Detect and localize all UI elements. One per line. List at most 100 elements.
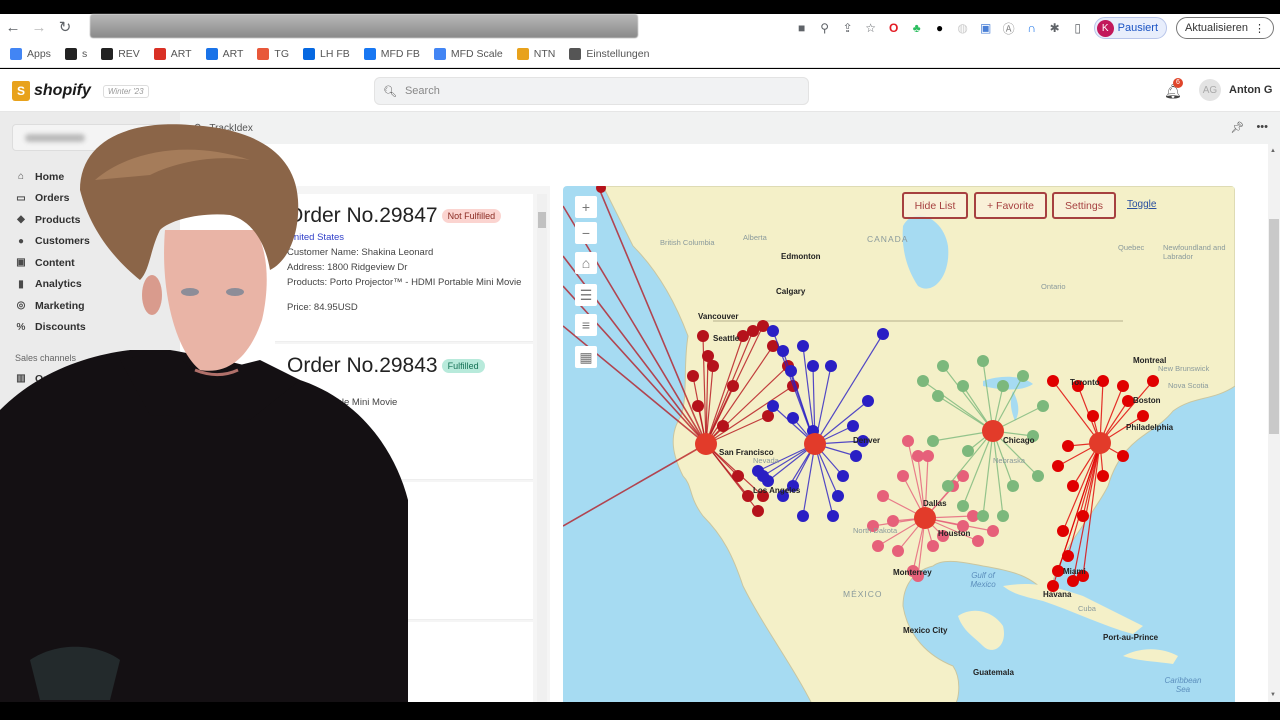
bookmark-2[interactable]: REV [101, 47, 140, 60]
legend-list-icon[interactable]: ☰ [575, 284, 597, 306]
search-icon: 🔍︎ [383, 85, 397, 98]
toggle-link[interactable]: Toggle [1127, 199, 1156, 210]
zoom-out-icon[interactable]: − [575, 222, 597, 244]
country-label: MÉXICO [843, 589, 883, 599]
bookmark-4[interactable]: ART [205, 47, 244, 60]
gray-extension-icon[interactable]: ◍ [956, 21, 970, 35]
back-icon[interactable]: ← [0, 19, 26, 36]
opera-extension-icon[interactable]: O [887, 21, 901, 35]
bookmark-9[interactable]: NTN [516, 47, 555, 60]
layers-list-icon[interactable]: ≡ [575, 314, 597, 336]
order-point [1097, 470, 1109, 482]
city-label: Philadelphia [1126, 423, 1174, 432]
order-point [877, 490, 889, 502]
order-point [596, 186, 606, 193]
flow-line [563, 325, 707, 445]
order-point [892, 545, 904, 557]
order-point [777, 345, 789, 357]
evernote-extension-icon[interactable]: ♣ [910, 21, 924, 35]
status-badge: Not Fulfilled [441, 209, 502, 223]
order-point [1007, 480, 1019, 492]
camera-icon[interactable]: ■ [795, 21, 809, 35]
page-scrollbar[interactable]: ▲ ▼ [1268, 144, 1280, 702]
order-point [702, 350, 714, 362]
order-point [997, 380, 1009, 392]
basemap-gallery-icon[interactable]: ▦ [575, 346, 597, 368]
user-name: Anton G [1229, 84, 1273, 96]
city-label: Port-au-Prince [1103, 633, 1159, 642]
bookmark-label: TG [274, 47, 289, 60]
bookmark-label: Einstellungen [586, 47, 650, 60]
bookmark-7[interactable]: MFD FB [363, 47, 420, 60]
bookmark-label: s [81, 47, 88, 60]
order-point [797, 340, 809, 352]
zoom-in-icon[interactable]: + [575, 196, 597, 218]
bookmark-0[interactable]: Apps [10, 47, 51, 60]
province-label: Quebec [1118, 243, 1145, 252]
bookmark-6[interactable]: LH FB [303, 47, 350, 60]
user-menu[interactable]: AG Anton G [1199, 79, 1272, 101]
profile-button[interactable]: K Pausiert [1093, 17, 1168, 39]
shopify-wordmark: shopify [34, 82, 91, 99]
bookmark-10[interactable]: Einstellungen [569, 47, 650, 60]
more-actions-icon[interactable]: ••• [1256, 121, 1268, 134]
video-top-bar [0, 0, 1280, 14]
bookmark-8[interactable]: MFD Scale [433, 47, 503, 60]
province-label: Alberta [743, 233, 767, 242]
order-point [767, 400, 779, 412]
order-point [732, 470, 744, 482]
map-canvas[interactable] [563, 186, 1235, 706]
land-cuba [1003, 584, 1143, 634]
gear-icon [569, 47, 582, 60]
bookmark-1[interactable]: s [64, 47, 88, 60]
blue-extension-icon[interactable]: ▣ [979, 21, 993, 35]
home-icon[interactable]: ⌂ [575, 252, 597, 274]
search-input[interactable]: 🔍︎ Search [374, 77, 809, 105]
status-badge: Fulfilled [441, 359, 485, 373]
shopify-bag-icon: S [12, 81, 30, 101]
address-bar[interactable] [90, 14, 638, 38]
circle-extension-icon[interactable]: ● [933, 21, 947, 35]
order-point [1067, 480, 1079, 492]
warehouse-hub [695, 433, 717, 455]
order-point [1117, 380, 1129, 392]
warehouse-hub [1089, 432, 1111, 454]
city-label: Miami [1063, 567, 1086, 576]
forward-icon[interactable]: → [26, 19, 52, 36]
scroll-down-icon[interactable]: ▼ [1270, 692, 1276, 698]
puzzle-extensions-icon[interactable]: ✱ [1048, 21, 1062, 35]
order-point [797, 510, 809, 522]
share-icon[interactable]: ⇪ [841, 21, 855, 35]
zoom-icon[interactable]: ⚲ [818, 21, 832, 35]
land-hispaniola [1123, 649, 1178, 664]
sidepanel-icon[interactable]: ▯ [1071, 21, 1085, 35]
scrollbar-thumb[interactable] [1269, 219, 1279, 434]
lock-extension-icon[interactable]: ∩ [1025, 21, 1039, 35]
order-point [957, 380, 969, 392]
settings-button[interactable]: Settings [1052, 192, 1116, 219]
hide-list-button[interactable]: Hide List [902, 192, 968, 219]
favorite-button[interactable]: + Favorite [974, 192, 1047, 219]
presenter-webcam-overlay [0, 124, 408, 720]
scroll-up-icon[interactable]: ▲ [1270, 148, 1276, 154]
order-point [1062, 440, 1074, 452]
tg-icon [257, 47, 270, 60]
bookmark-3[interactable]: ART [153, 47, 192, 60]
order-list-scrollbar[interactable] [537, 194, 547, 704]
bookmark-5[interactable]: TG [257, 47, 289, 60]
shopify-logo[interactable]: S shopify Winter '23 [12, 81, 149, 101]
r-icon [101, 47, 114, 60]
order-map[interactable]: Edmonton Calgary Vancouver Seattle San Franc… [563, 186, 1235, 706]
apps-grid-icon [10, 47, 22, 60]
bookmark-label: ART [222, 47, 244, 60]
update-button[interactable]: Aktualisieren ⋮ [1176, 17, 1274, 39]
pin-icon[interactable]: 📌︎ [1230, 121, 1244, 134]
order-point [1037, 400, 1049, 412]
reload-icon[interactable]: ↻ [52, 18, 78, 36]
order-point [977, 355, 989, 367]
warehouse-hub [914, 507, 936, 529]
star-icon[interactable]: ☆ [864, 21, 878, 35]
order-point [997, 510, 1009, 522]
order-point [787, 412, 799, 424]
a-extension-icon[interactable]: Ⓐ [1002, 21, 1016, 36]
